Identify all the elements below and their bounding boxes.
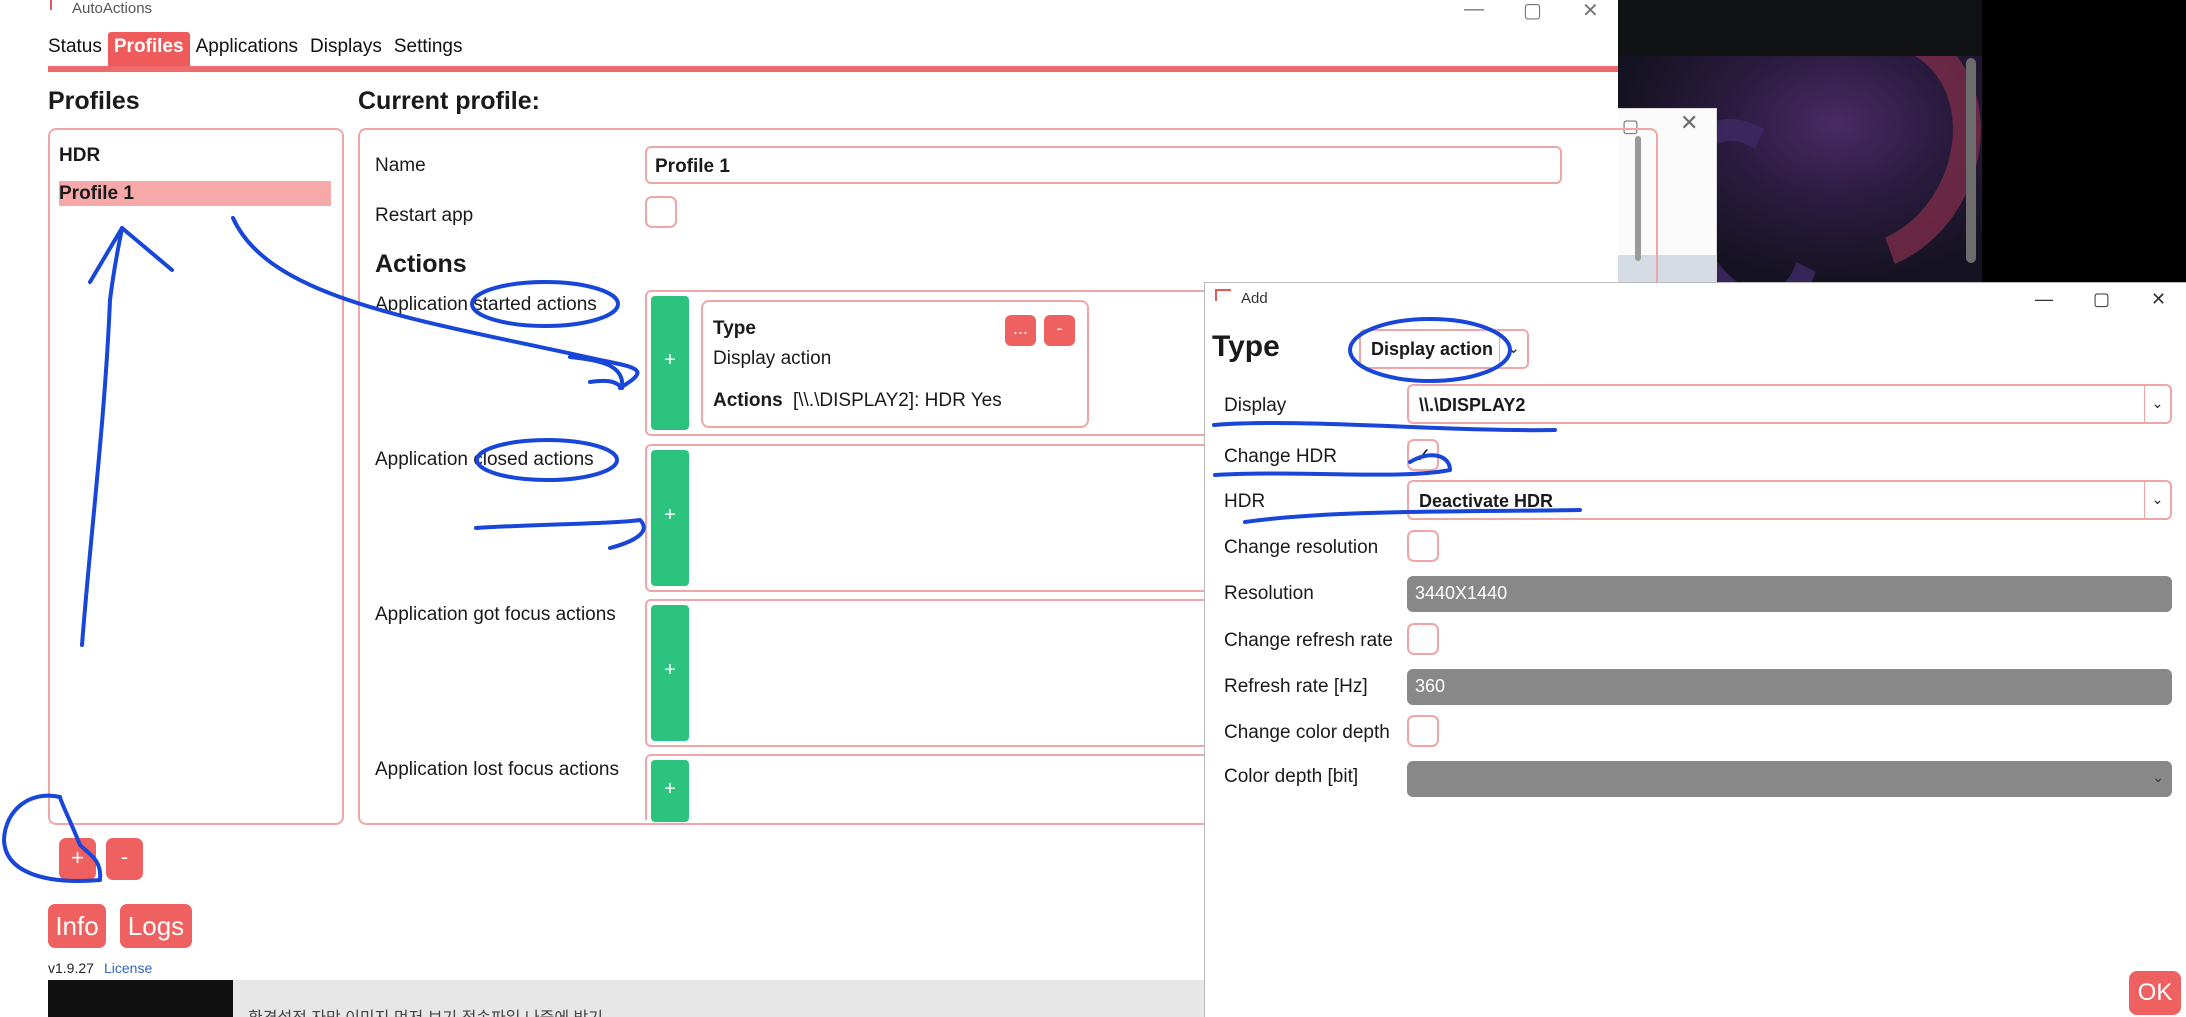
tab-status[interactable]: Status xyxy=(48,32,108,66)
tab-applications[interactable]: Applications xyxy=(190,32,304,66)
dialog-close-icon[interactable]: ✕ xyxy=(2151,289,2166,310)
profile-name-input[interactable]: Profile 1 xyxy=(645,146,1562,184)
change-resolution-checkbox[interactable] xyxy=(1407,530,1439,562)
hdr-label: HDR xyxy=(1224,491,1266,512)
add-started-action-button[interactable]: + xyxy=(651,296,689,430)
add-got-focus-action-button[interactable]: + xyxy=(651,605,689,741)
card-type-label: Type xyxy=(713,318,756,339)
change-resolution-label: Change resolution xyxy=(1224,537,1379,558)
tab-profiles[interactable]: Profiles xyxy=(107,32,190,66)
profiles-list: HDR Profile 1 xyxy=(48,128,344,825)
tab-displays[interactable]: Displays xyxy=(304,32,388,66)
profiles-heading: Profiles xyxy=(48,87,140,115)
edit-action-button[interactable]: ... xyxy=(1005,315,1036,346)
restart-app-label: Restart app xyxy=(375,205,474,226)
change-refresh-rate-label: Change refresh rate xyxy=(1224,630,1393,651)
add-profile-button[interactable]: + xyxy=(59,838,96,880)
ok-button[interactable]: OK xyxy=(2129,971,2181,1015)
background-taskbar: 환경설정 자막 이미지 먼저 보기 접속파일 나중에 받기 xyxy=(48,980,1206,1017)
menu-bar: Status Profiles Applications Displays Se… xyxy=(48,32,469,66)
tab-settings[interactable]: Settings xyxy=(388,32,469,66)
dialog-maximize-icon[interactable]: ▢ xyxy=(2093,289,2110,310)
dialog-logo-icon xyxy=(1215,289,1231,301)
change-hdr-label: Change HDR xyxy=(1224,446,1337,467)
window-title: AutoActions xyxy=(72,0,153,17)
info-button[interactable]: Info xyxy=(48,904,106,948)
remove-profile-button[interactable]: - xyxy=(106,838,143,880)
type-select-value: Display action xyxy=(1371,339,1494,359)
name-label: Name xyxy=(375,155,426,176)
menu-divider xyxy=(48,66,1618,72)
panel-scrollbar[interactable] xyxy=(1635,136,1641,261)
refresh-rate-label: Refresh rate [Hz] xyxy=(1224,676,1368,697)
title-bar: AutoActions — ▢ ✕ xyxy=(48,0,1618,23)
display-select-value: \\.\DISPLAY2 xyxy=(1419,395,1526,415)
type-select[interactable]: Display action ⌄ xyxy=(1359,329,1529,369)
maximize-icon[interactable]: ▢ xyxy=(1523,0,1542,23)
change-hdr-checkbox[interactable]: ✓ xyxy=(1407,439,1439,471)
refresh-rate-field: 360 xyxy=(1407,669,2172,705)
color-depth-label: Color depth [bit] xyxy=(1224,766,1359,787)
card-actions-value: [\\.\DISPLAY2]: HDR Yes xyxy=(793,390,1002,411)
add-lost-focus-action-button[interactable]: + xyxy=(651,760,689,822)
logs-button[interactable]: Logs xyxy=(120,904,192,948)
version-label: v1.9.27 xyxy=(48,960,94,976)
display-label: Display xyxy=(1224,395,1287,416)
resolution-field: 3440X1440 xyxy=(1407,576,2172,612)
chevron-down-icon: ⌄ xyxy=(2152,769,2164,785)
type-heading: Type xyxy=(1212,330,1280,363)
change-refresh-rate-checkbox[interactable] xyxy=(1407,623,1439,655)
card-actions-label: Actions xyxy=(713,390,783,411)
change-color-depth-label: Change color depth xyxy=(1224,722,1390,743)
add-action-dialog: Add — ▢ ✕ Type Display action ⌄ Display … xyxy=(1204,282,2186,1017)
change-color-depth-checkbox[interactable] xyxy=(1407,715,1439,747)
actions-heading: Actions xyxy=(375,250,467,278)
current-profile-heading: Current profile: xyxy=(358,87,540,115)
chevron-down-icon: ⌄ xyxy=(1499,331,1527,367)
app-logo-icon xyxy=(50,0,66,10)
minimize-icon[interactable]: — xyxy=(1464,0,1484,21)
group-lost-focus-label: Application lost focus actions xyxy=(375,759,619,780)
refresh-rate-value: 360 xyxy=(1415,676,1446,696)
close-icon[interactable]: ✕ xyxy=(1582,0,1599,23)
desktop-dark-area xyxy=(1982,0,2186,282)
restart-app-checkbox[interactable] xyxy=(645,196,677,228)
background-toolbar-text: 환경설정 자막 이미지 먼저 보기 접속파일 나중에 받기 xyxy=(248,1004,603,1017)
remove-action-button[interactable]: - xyxy=(1044,315,1075,346)
background-scrollbar xyxy=(1966,58,1976,263)
chevron-down-icon: ⌄ xyxy=(2144,386,2170,422)
add-closed-action-button[interactable]: + xyxy=(651,450,689,586)
hdr-select[interactable]: Deactivate HDR ⌄ xyxy=(1407,480,2172,520)
action-card[interactable]: Type Display action Actions [\\.\DISPLAY… xyxy=(701,300,1089,428)
card-type-value: Display action xyxy=(713,348,832,369)
group-closed-label: Application closed actions xyxy=(375,449,594,470)
resolution-value: 3440X1440 xyxy=(1415,583,1508,603)
chevron-down-icon: ⌄ xyxy=(2144,482,2170,518)
dialog-title: Add xyxy=(1241,290,1268,307)
display-select[interactable]: \\.\DISPLAY2 ⌄ xyxy=(1407,384,2172,424)
group-started-label: Application started actions xyxy=(375,294,597,315)
resolution-label: Resolution xyxy=(1224,583,1314,604)
checkmark-icon: ✓ xyxy=(1414,445,1432,467)
hdr-select-value: Deactivate HDR xyxy=(1419,491,1554,511)
background-close-icon: ✕ xyxy=(1680,110,1699,135)
profile-item-hdr[interactable]: HDR xyxy=(59,143,331,168)
profile-item-profile-1[interactable]: Profile 1 xyxy=(59,181,331,206)
license-link[interactable]: License xyxy=(104,960,152,976)
group-got-focus-label: Application got focus actions xyxy=(375,604,616,625)
dialog-minimize-icon[interactable]: — xyxy=(2035,289,2053,310)
color-depth-select: ⌄ xyxy=(1407,761,2172,797)
